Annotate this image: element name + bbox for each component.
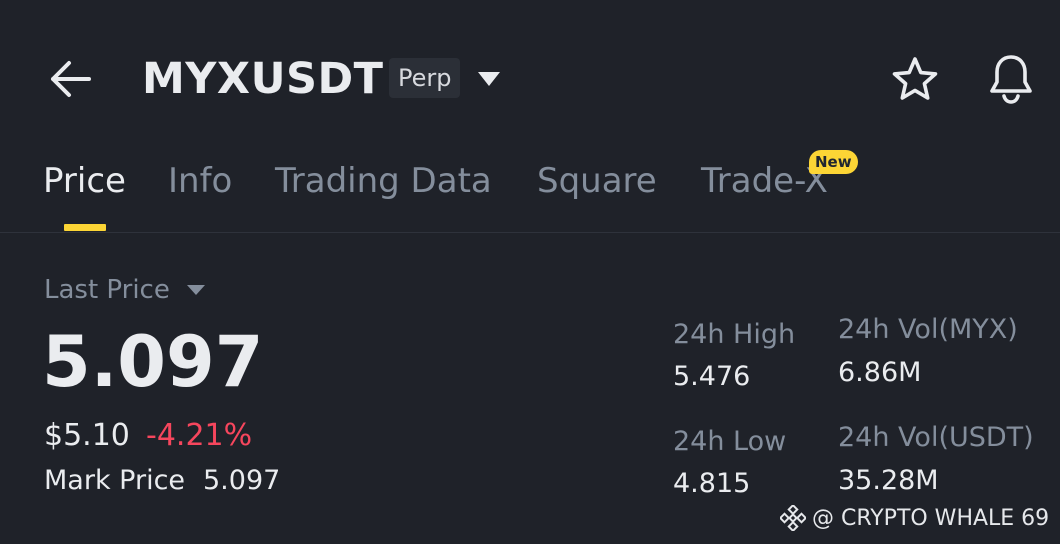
price-alert-button[interactable] [984,50,1038,106]
vol-base-24h-value: 6.86M [838,357,922,388]
vol-base-24h-label: 24h Vol(MYX) [838,314,1018,345]
symbol-title[interactable]: MYXUSDT [142,54,384,104]
back-button[interactable] [44,56,96,102]
high-24h-value: 5.476 [673,361,751,392]
favorite-button[interactable] [888,52,942,106]
symbol-dropdown-button[interactable] [474,64,504,94]
caret-down-icon [187,285,205,295]
mark-price-value: 5.097 [203,465,281,496]
active-tab-indicator [64,224,106,231]
new-badge: New [809,150,858,174]
tab-price[interactable]: Price [43,158,126,204]
watermark: @ CRYPTO WHALE 69 [780,503,1049,533]
arrow-left-icon [51,61,91,97]
price-change-percent: -4.21% [146,418,253,453]
last-price-label[interactable]: Last Price [44,274,170,306]
low-24h-label: 24h Low [673,426,787,457]
tab-trading-data[interactable]: Trading Data [275,158,492,204]
contract-type-badge: Perp [389,58,461,98]
binance-logo-icon [780,505,806,531]
last-price-value: 5.097 [42,321,264,403]
bell-icon [990,55,1032,104]
star-icon [892,57,938,100]
high-24h-label: 24h High [673,319,796,350]
usd-price: $5.10 [44,418,130,453]
caret-down-icon [478,72,500,86]
low-24h-value: 4.815 [673,468,751,499]
tab-square[interactable]: Square [537,158,657,204]
vol-quote-24h-value: 35.28M [838,465,939,496]
vol-quote-24h-label: 24h Vol(USDT) [838,422,1034,453]
last-price-dropdown[interactable] [184,282,208,298]
header-divider [0,232,1060,233]
watermark-text: @ CRYPTO WHALE 69 [812,505,1050,531]
tab-info[interactable]: Info [168,158,232,204]
mark-price-label: Mark Price [44,465,186,496]
